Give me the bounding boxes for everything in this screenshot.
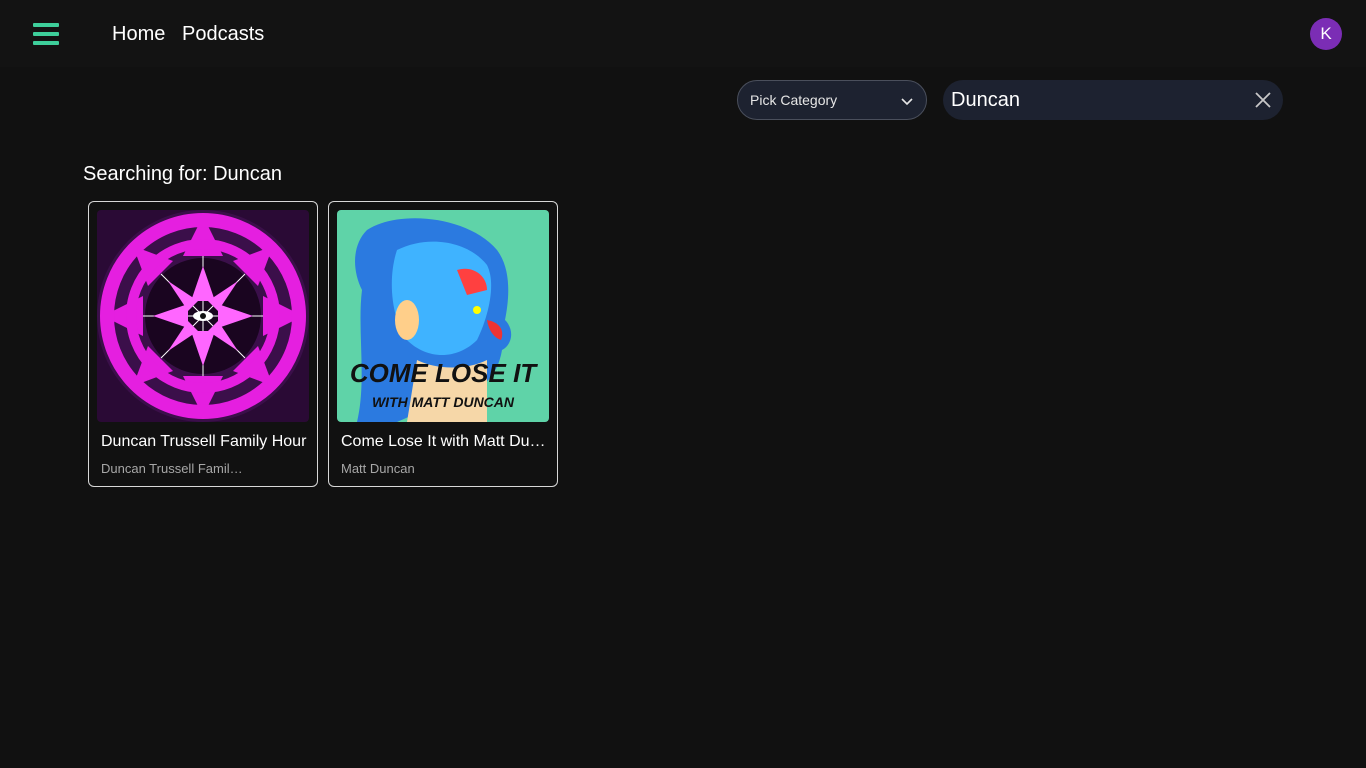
podcast-title: Duncan Trussell Family Hour xyxy=(101,433,307,450)
podcast-card[interactable]: Duncan Trussell Family Hour Duncan Truss… xyxy=(88,201,318,487)
podcast-author: Duncan Trussell Family Hour xyxy=(101,461,246,476)
top-bar: Home Podcasts K xyxy=(0,0,1366,67)
user-avatar[interactable]: K xyxy=(1310,18,1342,50)
nav-podcasts-link[interactable]: Podcasts xyxy=(182,22,264,46)
clear-search-icon[interactable] xyxy=(1253,90,1273,110)
podcast-artwork xyxy=(97,210,309,422)
hamburger-menu-icon[interactable] xyxy=(31,20,61,48)
podcast-author: Matt Duncan xyxy=(341,461,415,476)
search-results-heading: Searching for: Duncan xyxy=(83,163,283,185)
podcast-artwork: COME LOSE IT WITH MATT DUNCAN xyxy=(337,210,549,422)
podcast-title: Come Lose It with Matt Duncan xyxy=(341,433,547,450)
category-select[interactable]: Pick Category xyxy=(737,80,927,120)
category-select-label: Pick Category xyxy=(750,92,838,108)
chevron-down-icon xyxy=(901,98,913,106)
nav-home-link[interactable]: Home xyxy=(112,22,165,46)
search-input[interactable] xyxy=(951,86,1241,114)
search-field[interactable] xyxy=(943,80,1283,120)
artwork-title-text: COME LOSE IT xyxy=(350,358,538,388)
artwork-subtitle-text: WITH MATT DUNCAN xyxy=(372,394,515,410)
podcast-card[interactable]: COME LOSE IT WITH MATT DUNCAN Come Lose … xyxy=(328,201,558,487)
